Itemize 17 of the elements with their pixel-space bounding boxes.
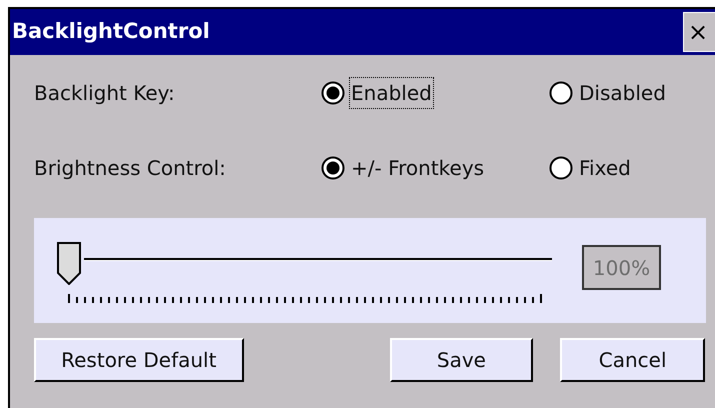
dialog-button[interactable]: Save <box>390 338 534 382</box>
option-label[interactable]: Enabled <box>349 77 434 109</box>
dialog-button[interactable]: Cancel <box>560 338 705 382</box>
radio-button[interactable] <box>549 156 573 180</box>
dialog-button[interactable]: Restore Default <box>34 338 244 382</box>
field-label: Brightness Control: <box>34 155 227 182</box>
window-title: BacklightControl <box>12 18 210 46</box>
value-readout: 100% <box>582 245 661 290</box>
radio-button[interactable] <box>549 81 573 105</box>
radio-button[interactable] <box>321 81 345 105</box>
radio-button[interactable] <box>321 156 345 180</box>
option-label[interactable]: Disabled <box>577 77 668 109</box>
option-label[interactable]: +/- Frontkeys <box>349 152 486 184</box>
slider-thumb[interactable] <box>56 241 84 285</box>
field-label: Backlight Key: <box>34 80 176 107</box>
close-button[interactable]: × <box>683 12 715 52</box>
option-label[interactable]: Fixed <box>577 152 633 184</box>
